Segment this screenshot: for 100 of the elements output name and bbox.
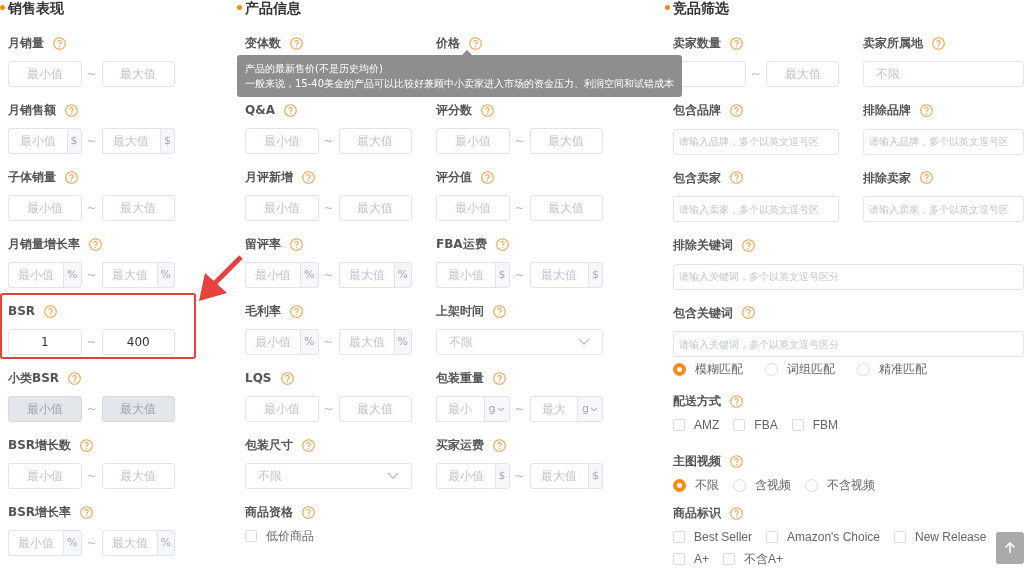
option-label[interactable]: 不含视频 (827, 476, 875, 494)
range-input[interactable]: 最小值 (436, 195, 510, 221)
unit-addon: $ (588, 262, 603, 288)
checkbox[interactable] (791, 419, 804, 431)
range-input[interactable]: 最大 (529, 396, 577, 422)
range-input[interactable]: 最大值 (529, 262, 588, 288)
range-input[interactable]: 400 (101, 329, 175, 355)
checkbox[interactable] (723, 553, 735, 565)
range-input[interactable]: 最大值 (338, 128, 412, 154)
range-input[interactable]: 最大值 (338, 262, 394, 288)
range-input[interactable]: 最小值 (245, 329, 301, 355)
range-input[interactable]: 最小值 (8, 128, 67, 154)
range-input[interactable]: 最大值 (101, 61, 175, 87)
chevron-down-icon (496, 406, 505, 412)
range-input[interactable]: 最大值 (101, 262, 157, 288)
option-label[interactable]: 词组匹配 (787, 360, 835, 378)
range-input[interactable]: 最小值 (436, 463, 495, 489)
range-input[interactable]: 最大值 (529, 128, 603, 154)
range-input[interactable]: 最小值 (8, 463, 82, 489)
field-label: BSR增长数 (8, 437, 72, 454)
range-input[interactable]: 最小值 (436, 128, 510, 154)
range-separator: ~ (513, 200, 526, 217)
checkbox[interactable] (673, 553, 685, 565)
field-label: 包装尺寸 (245, 437, 293, 454)
option-label[interactable]: FBA (754, 416, 778, 434)
field-label: 卖家所属地 (863, 35, 923, 52)
unit-addon: $ (160, 128, 175, 154)
field-label: 包装重量 (436, 370, 484, 387)
checkbox[interactable] (673, 419, 685, 431)
radio-button[interactable] (673, 478, 686, 492)
field-label: 月销量 (8, 35, 44, 52)
range-input[interactable]: 最大值 (101, 530, 157, 556)
range-input[interactable]: 最小值 (8, 530, 64, 556)
option-label[interactable]: 模糊匹配 (695, 360, 743, 378)
range-input[interactable]: 最大值 (529, 463, 588, 489)
checkbox[interactable] (894, 531, 907, 543)
range-separator: ~ (322, 267, 335, 284)
help-icon (495, 237, 509, 251)
radio-button[interactable] (673, 362, 686, 376)
checkbox[interactable] (245, 530, 257, 542)
range-input[interactable]: 最小值 (8, 195, 82, 221)
option-label[interactable]: A+ (694, 550, 709, 568)
field-label: 月评新增 (245, 169, 293, 186)
range-input[interactable]: 最小值 (8, 61, 82, 87)
unit-addon: % (300, 329, 319, 355)
option-label[interactable]: 含视频 (755, 476, 791, 494)
checkbox[interactable] (733, 419, 746, 431)
range-input[interactable]: 最大值 (101, 463, 175, 489)
option-label[interactable]: AMZ (694, 416, 720, 434)
field-label: 毛利率 (245, 303, 281, 320)
tooltip-text: 产品的最新售价(不是历史均价) (245, 62, 384, 76)
option-label[interactable]: Best Seller (694, 528, 753, 546)
field-label: 商品资格 (245, 504, 293, 521)
range-input[interactable]: 最大值 (529, 195, 603, 221)
range-separator: ~ (749, 66, 763, 83)
field-label: BSR增长率 (8, 504, 72, 521)
range-input[interactable]: 最大值 (338, 396, 412, 422)
range-input[interactable]: 最大值 (338, 195, 412, 221)
option-label[interactable]: 不限 (695, 476, 719, 494)
field-label: 上架时间 (436, 303, 484, 320)
checkbox[interactable] (766, 531, 779, 543)
scroll-to-top-button[interactable] (996, 532, 1024, 564)
bullet-dot (665, 5, 670, 10)
help-icon (742, 306, 755, 319)
range-input[interactable]: 最小值 (8, 262, 64, 288)
option-label[interactable]: 不含A+ (744, 550, 784, 568)
section-title: 销售表现 (8, 0, 175, 18)
range-input[interactable]: 最大值 (101, 195, 175, 221)
range-separator: ~ (513, 133, 526, 150)
option-label[interactable]: FBM (812, 416, 839, 434)
radio-button[interactable] (765, 362, 778, 376)
help-icon (65, 103, 78, 117)
checkbox[interactable] (673, 531, 685, 543)
radio-button[interactable] (805, 478, 818, 492)
radio-button[interactable] (857, 362, 870, 376)
unit-addon: % (300, 262, 319, 288)
range-input[interactable]: 最小值 (245, 128, 319, 154)
radio-button[interactable] (733, 478, 746, 492)
help-icon (283, 103, 297, 117)
range-input[interactable]: 最小值 (245, 262, 301, 288)
help-icon (730, 394, 743, 408)
field-label: 变体数 (245, 35, 281, 52)
option-label[interactable]: 低价商品 (266, 527, 314, 545)
option-label[interactable]: New Release (915, 528, 987, 546)
help-icon (493, 371, 506, 385)
range-input[interactable]: 最小值 (245, 195, 319, 221)
help-icon (920, 103, 933, 117)
field-label: Q&A (245, 102, 275, 119)
option-label[interactable]: Amazon's Choice (787, 528, 881, 546)
range-input[interactable]: 最小值 (436, 262, 495, 288)
help-icon (742, 238, 755, 252)
range-separator: ~ (322, 200, 335, 217)
field-label: 包含品牌 (673, 102, 721, 119)
range-input[interactable]: 最大值 (766, 61, 839, 87)
range-input[interactable]: 最小值 (245, 396, 319, 422)
range-input[interactable]: 最大值 (338, 329, 394, 355)
range-input[interactable]: 最大值 (101, 128, 160, 154)
range-input[interactable]: 最小 (436, 396, 484, 422)
range-input[interactable]: 1 (8, 329, 82, 355)
option-label[interactable]: 精准匹配 (879, 360, 927, 378)
